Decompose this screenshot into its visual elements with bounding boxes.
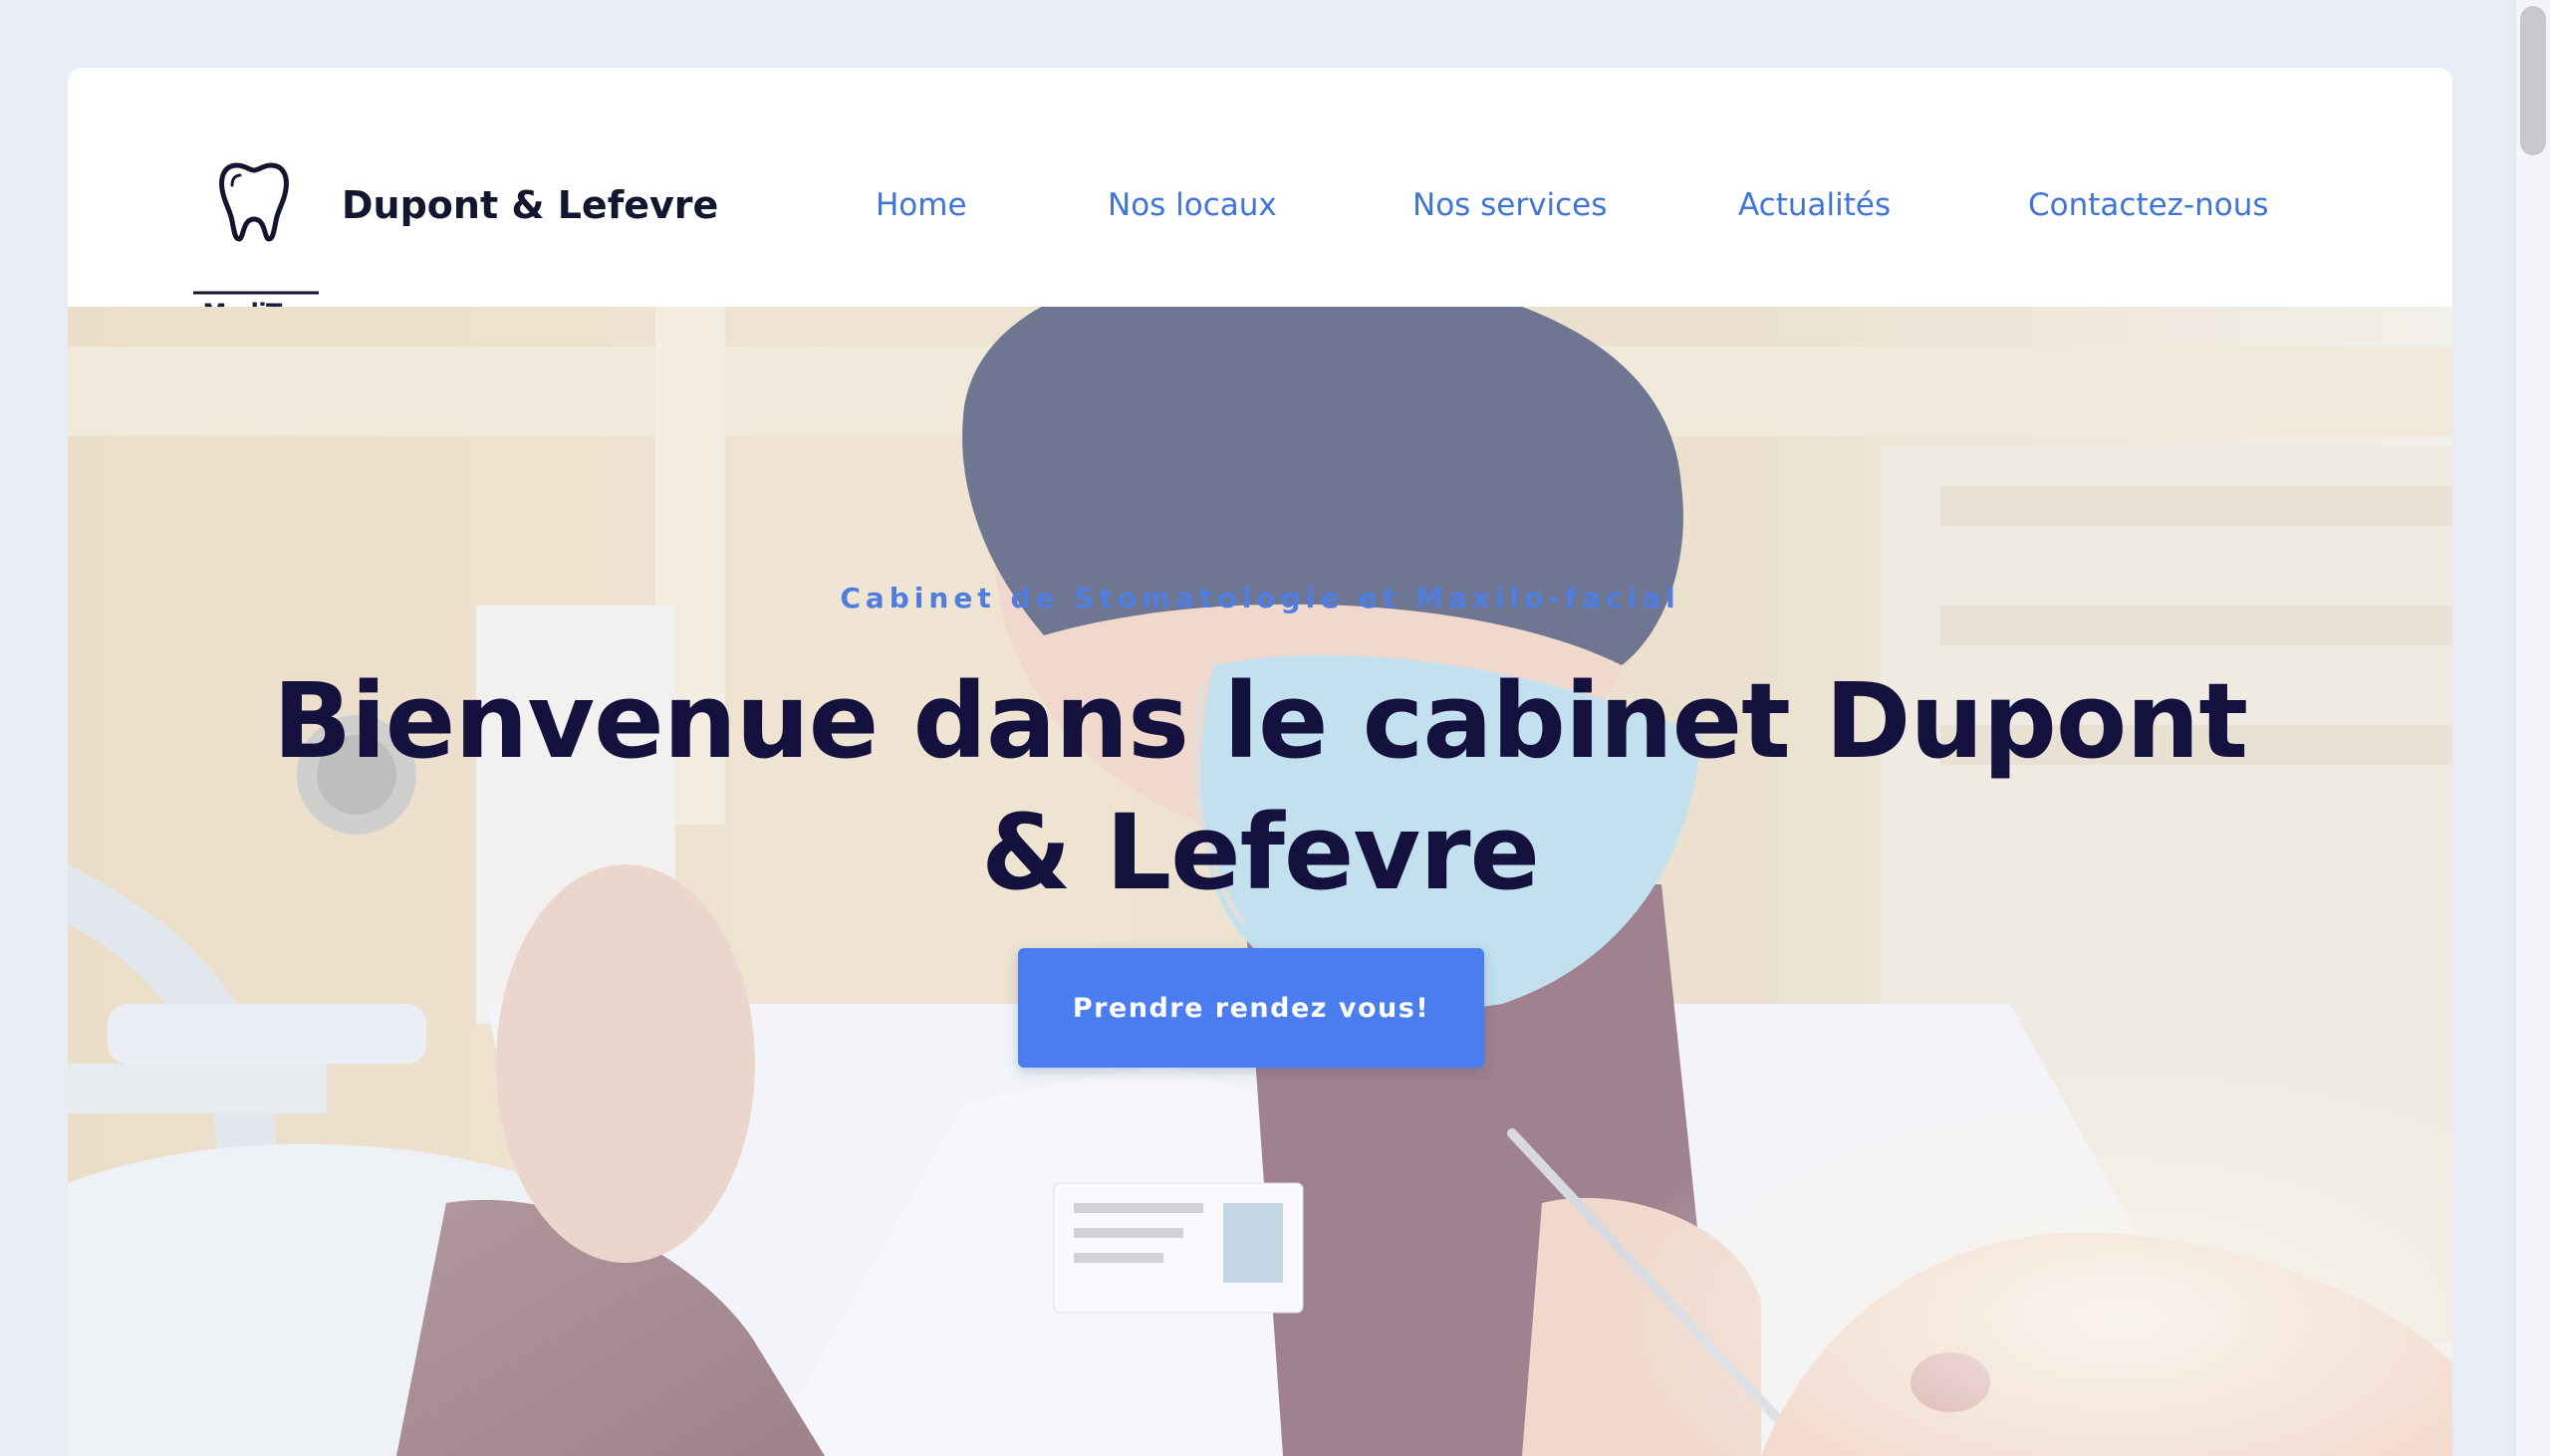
site-header: MediTex Dupont & Lefevre Home Nos locaux… — [68, 68, 2452, 327]
nav-home[interactable]: Home — [876, 187, 967, 223]
hero-kicker: Cabinet de Stomatologie et Maxilo-facial — [840, 582, 1680, 614]
nav-contactez-nous[interactable]: Contactez-nous — [2028, 187, 2269, 223]
hero-title: Bienvenue dans le cabinet Dupont & Lefev… — [272, 660, 2248, 913]
nav-nos-locaux[interactable]: Nos locaux — [1108, 187, 1277, 223]
hero-section: Cabinet de Stomatologie et Maxilo-facial… — [68, 307, 2452, 1456]
nav-actualites[interactable]: Actualités — [1738, 187, 1891, 223]
page-card: MediTex Dupont & Lefevre Home Nos locaux… — [68, 68, 2452, 1456]
main-nav: Home Nos locaux Nos services Actualités … — [68, 187, 2452, 237]
nav-nos-services[interactable]: Nos services — [1412, 187, 1607, 223]
scrollbar-thumb[interactable] — [2520, 6, 2546, 155]
book-appointment-button[interactable]: Prendre rendez vous! — [1018, 948, 1484, 1068]
site-logo[interactable]: MediTex — [193, 153, 319, 333]
scrollbar-track[interactable] — [2516, 0, 2550, 1456]
